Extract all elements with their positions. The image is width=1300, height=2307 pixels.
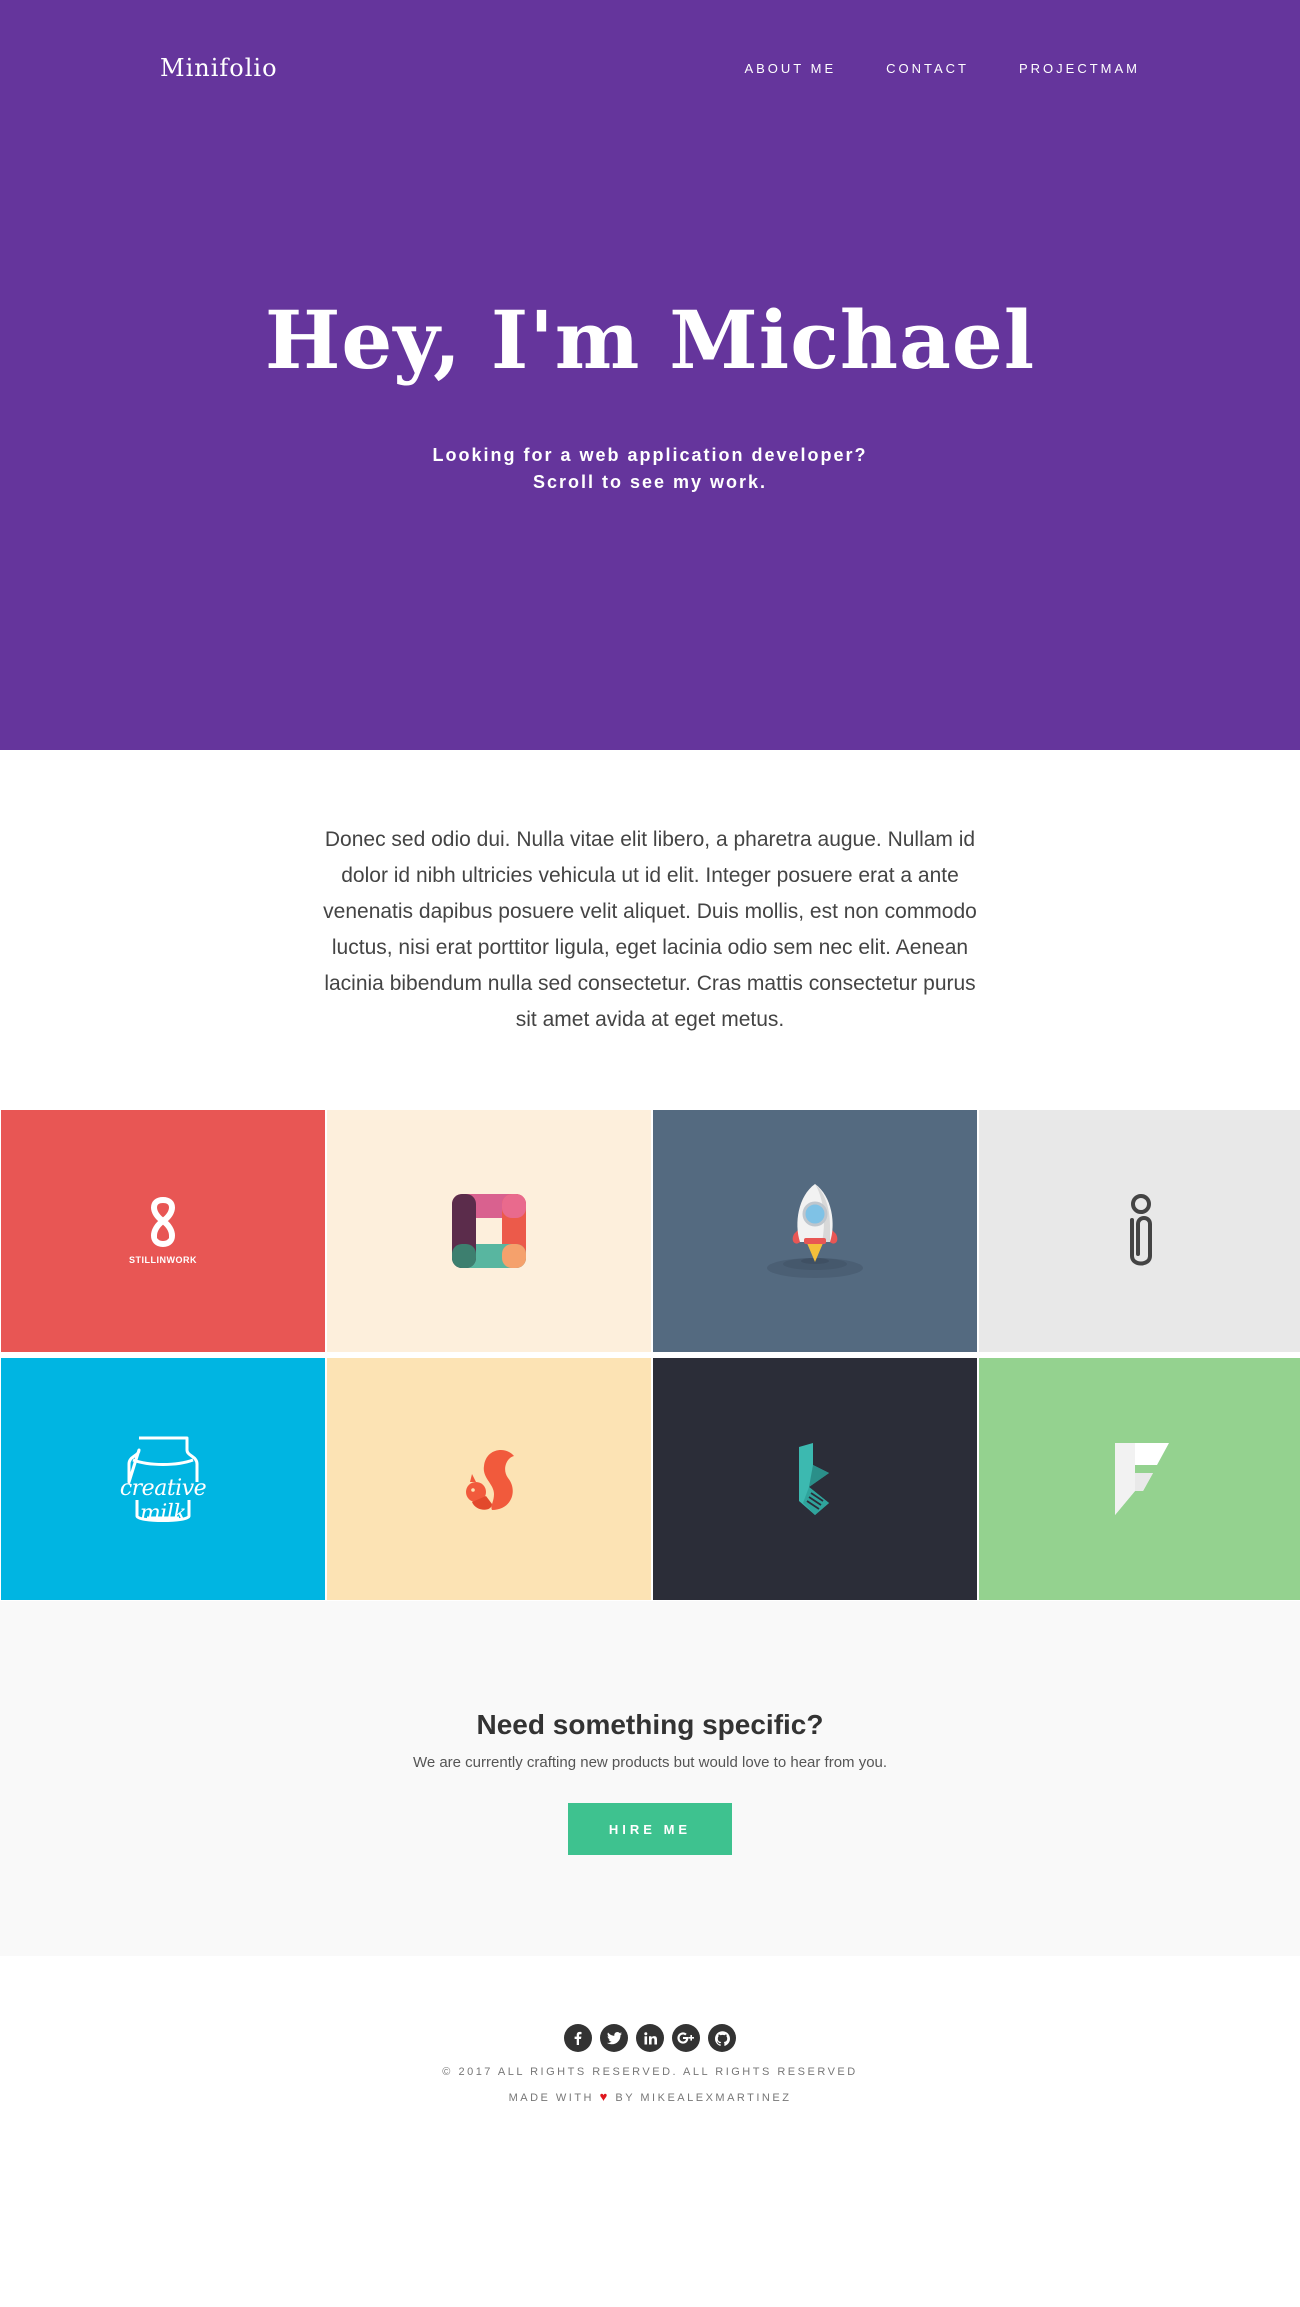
rocket-icon: [767, 1184, 863, 1278]
portfolio-tile-creative-milk[interactable]: creative milk: [1, 1358, 325, 1600]
nav-contact[interactable]: CONTACT: [886, 61, 969, 76]
intro-text: Donec sed odio dui. Nulla vitae elit lib…: [323, 828, 977, 1031]
cta-section: Need something specific? We are currentl…: [0, 1601, 1300, 1956]
facebook-icon[interactable]: [564, 2024, 592, 2052]
heart-icon: ♥: [599, 2089, 610, 2104]
creative-milk-logo: creative milk: [103, 1432, 223, 1526]
made-with-text: MADE WITH ♥ BY MIKEALEXMARTINEZ: [0, 2089, 1300, 2104]
hero-title: Hey, I'm Michael: [264, 293, 1036, 387]
nav-about-me[interactable]: ABOUT ME: [744, 61, 836, 76]
cta-text: We are currently crafting new products b…: [412, 1754, 888, 1771]
brand-logo[interactable]: Minifolio: [160, 54, 278, 82]
hero-subtitle: Looking for a web application developer?…: [0, 442, 1300, 496]
squirrel-icon: [466, 1450, 514, 1510]
made-with-suffix: BY MIKEALEXMARTINEZ: [615, 2092, 792, 2104]
nav-projectmam[interactable]: PROJECTMAM: [1019, 61, 1140, 76]
stillinwork-logo: STILLINWORK: [129, 1197, 197, 1265]
stillinwork-label: STILLINWORK: [129, 1255, 197, 1265]
hero-section: Minifolio ABOUT ME CONTACT PROJECTMAM He…: [0, 0, 1300, 750]
github-icon[interactable]: [708, 2024, 736, 2052]
square-ring-logo: [452, 1194, 526, 1268]
hire-me-button[interactable]: HIRE ME: [568, 1803, 732, 1855]
cta-title: Need something specific?: [476, 1709, 824, 1740]
main-nav: ABOUT ME CONTACT PROJECTMAM: [744, 61, 1140, 76]
f-mark-logo: [1115, 1443, 1169, 1515]
google-plus-icon[interactable]: [672, 2024, 700, 2052]
k-mark-logo: [799, 1443, 829, 1515]
portfolio-tile-square-ring[interactable]: [327, 1110, 651, 1352]
linkedin-icon[interactable]: [636, 2024, 664, 2052]
made-with-prefix: MADE WITH: [508, 2092, 595, 2104]
social-links: [0, 2024, 1300, 2052]
portfolio-tile-squirrel[interactable]: [327, 1358, 651, 1600]
stillinwork-icon: [151, 1197, 175, 1247]
twitter-icon[interactable]: [600, 2024, 628, 2052]
hero-subtitle-line1: Looking for a web application developer?: [432, 445, 868, 465]
portfolio-tile-stillinwork[interactable]: STILLINWORK: [1, 1110, 325, 1352]
portfolio-tile-paperclip[interactable]: [979, 1110, 1300, 1352]
hero-subtitle-line2: Scroll to see my work.: [532, 472, 768, 492]
copyright-text: © 2017 ALL RIGHTS RESERVED. ALL RIGHTS R…: [442, 2066, 858, 2078]
portfolio-tile-f-mark[interactable]: [979, 1358, 1300, 1600]
paperclip-person-icon: [1130, 1194, 1152, 1266]
portfolio-grid: STILLINWORK creative milk: [0, 1110, 1300, 1600]
creative-milk-label: creative milk: [119, 1476, 207, 1526]
portfolio-tile-k-mark[interactable]: [653, 1358, 977, 1600]
portfolio-tile-rocket[interactable]: [653, 1110, 977, 1352]
